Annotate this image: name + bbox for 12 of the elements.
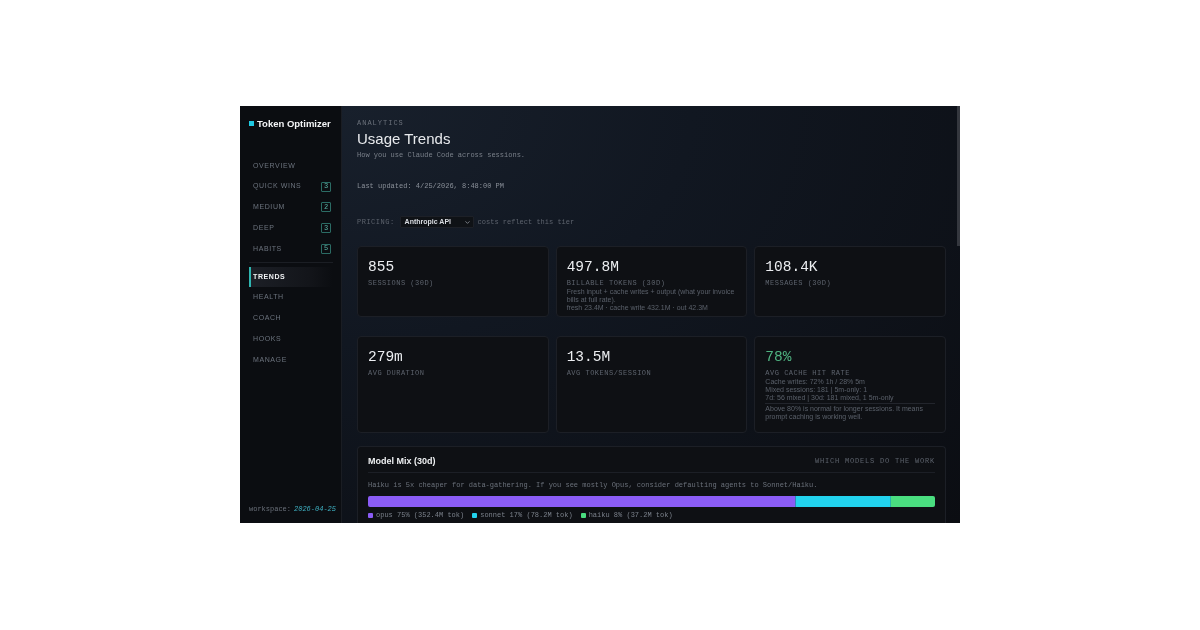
page-title: Usage Trends: [357, 129, 452, 147]
square-logo-icon: [249, 120, 254, 126]
chevron-down-icon: [463, 218, 471, 226]
stat-value: 279m: [368, 349, 404, 365]
stat-value: 78%: [765, 349, 793, 365]
stat-value: 108.4K: [765, 259, 819, 275]
stat-value: 13.5M: [566, 349, 612, 365]
stat-value: 497.8M: [566, 259, 620, 275]
section-title: Model Mix (30d): [368, 454, 436, 468]
scrollbar-thumb[interactable]: [957, 106, 960, 246]
brand-name: Token Optimizer: [257, 117, 331, 129]
stat-value: 855: [368, 259, 396, 275]
